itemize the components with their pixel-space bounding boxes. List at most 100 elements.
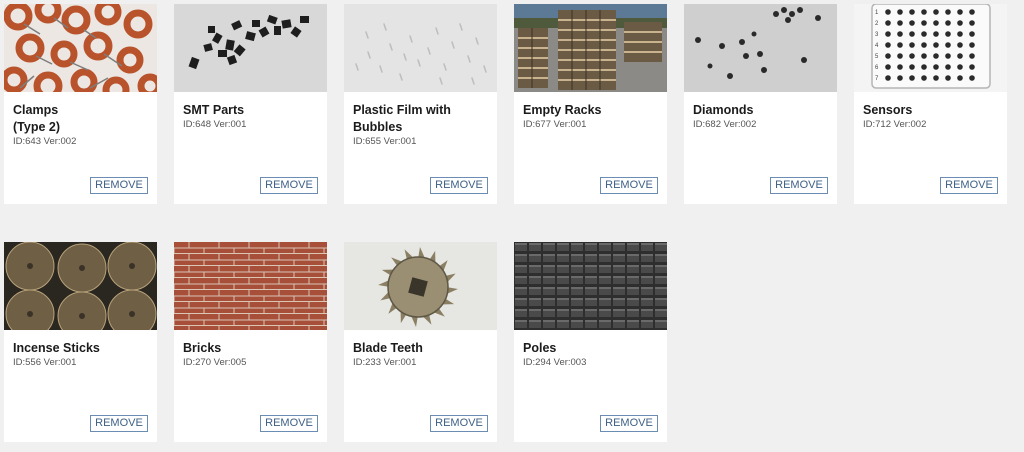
thumbnail-bricks[interactable] xyxy=(174,242,327,330)
sensor-dot xyxy=(945,20,951,26)
remove-button[interactable]: REMOVE xyxy=(260,415,318,432)
thumbnail-diamonds[interactable] xyxy=(684,4,837,92)
dataset-card-blade-teeth[interactable]: Blade Teeth ID:233 Ver:001 REMOVE xyxy=(344,242,497,442)
card-title: Poles xyxy=(523,340,659,357)
sensor-dot xyxy=(921,42,927,48)
sensor-dot xyxy=(945,9,951,15)
remove-button[interactable]: REMOVE xyxy=(90,177,148,194)
sensor-dot xyxy=(909,9,915,15)
card-meta: ID:648 Ver:001 xyxy=(183,119,247,130)
sensor-dot xyxy=(921,20,927,26)
sensor-dot xyxy=(885,42,891,48)
sensor-dot xyxy=(885,9,891,15)
remove-button[interactable]: REMOVE xyxy=(600,177,658,194)
card-title-line: Plastic Film with xyxy=(353,103,451,117)
dataset-card-grid: Clamps (Type 2) ID:643 Ver:002 REMOVE SM… xyxy=(0,0,1024,452)
thumbnail-blade-teeth[interactable] xyxy=(344,242,497,330)
card-meta: ID:270 Ver:005 xyxy=(183,357,247,368)
remove-button[interactable]: REMOVE xyxy=(600,415,658,432)
card-title-line: Clamps xyxy=(13,103,59,117)
card-title-line: Diamonds xyxy=(693,103,754,117)
sensor-dot xyxy=(969,75,975,81)
thumbnail-clamps[interactable] xyxy=(4,4,157,92)
card-title: Diamonds xyxy=(693,102,829,119)
sensor-dot xyxy=(945,53,951,59)
sensor-dot xyxy=(933,53,939,59)
dataset-card-bricks[interactable]: Bricks ID:270 Ver:005 REMOVE xyxy=(174,242,327,442)
dataset-card-poles[interactable]: Poles ID:294 Ver:003 REMOVE xyxy=(514,242,667,442)
thumbnail-sensors[interactable]: 1234567 xyxy=(854,4,1007,92)
card-title-line: (Type 2) xyxy=(13,120,60,134)
card-title-line: Blade Teeth xyxy=(353,341,423,355)
sensor-dot xyxy=(945,75,951,81)
sensor-dot xyxy=(909,53,915,59)
dataset-card-clamps[interactable]: Clamps (Type 2) ID:643 Ver:002 REMOVE xyxy=(4,4,157,204)
sensor-dot xyxy=(885,31,891,37)
dataset-card-plastic-film[interactable]: Plastic Film with Bubbles ID:655 Ver:001… xyxy=(344,4,497,204)
card-meta: ID:677 Ver:001 xyxy=(523,119,587,130)
card-title: Incense Sticks xyxy=(13,340,149,357)
dataset-card-sensors[interactable]: 1234567 Sensors ID:712 Ver:002 REMOVE xyxy=(854,4,1007,204)
sensor-dot xyxy=(933,64,939,70)
remove-button[interactable]: REMOVE xyxy=(90,415,148,432)
card-meta: ID:556 Ver:001 xyxy=(13,357,77,368)
sensor-dot xyxy=(909,64,915,70)
sensor-dot xyxy=(957,31,963,37)
sensor-dot xyxy=(921,64,927,70)
sensor-dot xyxy=(933,20,939,26)
card-title-line: Empty Racks xyxy=(523,103,602,117)
thumbnail-plastic-film[interactable] xyxy=(344,4,497,92)
card-title-line: Bubbles xyxy=(353,120,403,134)
sensor-dot xyxy=(969,64,975,70)
card-title: Clamps (Type 2) xyxy=(13,102,149,136)
sensor-dot xyxy=(969,42,975,48)
sensor-dot xyxy=(897,20,903,26)
sensor-dot xyxy=(897,42,903,48)
remove-button[interactable]: REMOVE xyxy=(770,177,828,194)
card-title-line: Bricks xyxy=(183,341,222,355)
card-title: Plastic Film with Bubbles xyxy=(353,102,489,136)
card-meta: ID:712 Ver:002 xyxy=(863,119,927,130)
card-title-line: SMT Parts xyxy=(183,103,245,117)
thumbnail-poles[interactable] xyxy=(514,242,667,330)
thumbnail-smt-parts[interactable] xyxy=(174,4,327,92)
dataset-card-incense-sticks[interactable]: Incense Sticks ID:556 Ver:001 REMOVE xyxy=(4,242,157,442)
remove-button[interactable]: REMOVE xyxy=(430,177,488,194)
sensor-dot xyxy=(909,42,915,48)
card-title-line: Poles xyxy=(523,341,557,355)
thumbnail-incense-sticks[interactable] xyxy=(4,242,157,330)
card-meta: ID:294 Ver:003 xyxy=(523,357,587,368)
sensor-dot xyxy=(897,31,903,37)
sensor-dot xyxy=(897,9,903,15)
sensor-dot xyxy=(921,53,927,59)
sensor-dot xyxy=(921,75,927,81)
sensor-dot xyxy=(969,9,975,15)
sensor-dot xyxy=(957,42,963,48)
card-title: Sensors xyxy=(863,102,999,119)
sensor-dot xyxy=(945,42,951,48)
thumbnail-empty-racks[interactable] xyxy=(514,4,667,92)
card-title: Blade Teeth xyxy=(353,340,489,357)
dataset-card-empty-racks[interactable]: Empty Racks ID:677 Ver:001 REMOVE xyxy=(514,4,667,204)
sensor-dot xyxy=(897,64,903,70)
card-meta: ID:655 Ver:001 xyxy=(353,136,417,147)
sensor-dot xyxy=(933,42,939,48)
card-title: Bricks xyxy=(183,340,319,357)
sensor-dot xyxy=(885,75,891,81)
sensor-dot xyxy=(957,20,963,26)
dataset-card-smt-parts[interactable]: SMT Parts ID:648 Ver:001 REMOVE xyxy=(174,4,327,204)
card-meta: ID:233 Ver:001 xyxy=(353,357,417,368)
sensor-dot xyxy=(945,64,951,70)
sensor-dot xyxy=(885,64,891,70)
remove-button[interactable]: REMOVE xyxy=(430,415,488,432)
remove-button[interactable]: REMOVE xyxy=(260,177,318,194)
sensor-dot xyxy=(969,20,975,26)
remove-button[interactable]: REMOVE xyxy=(940,177,998,194)
dataset-card-diamonds[interactable]: Diamonds ID:682 Ver:002 REMOVE xyxy=(684,4,837,204)
sensor-dot xyxy=(945,31,951,37)
sensor-dot xyxy=(897,53,903,59)
sensor-dot xyxy=(909,31,915,37)
card-title-line: Sensors xyxy=(863,103,913,117)
sensor-dot xyxy=(957,75,963,81)
sensor-dot xyxy=(957,9,963,15)
